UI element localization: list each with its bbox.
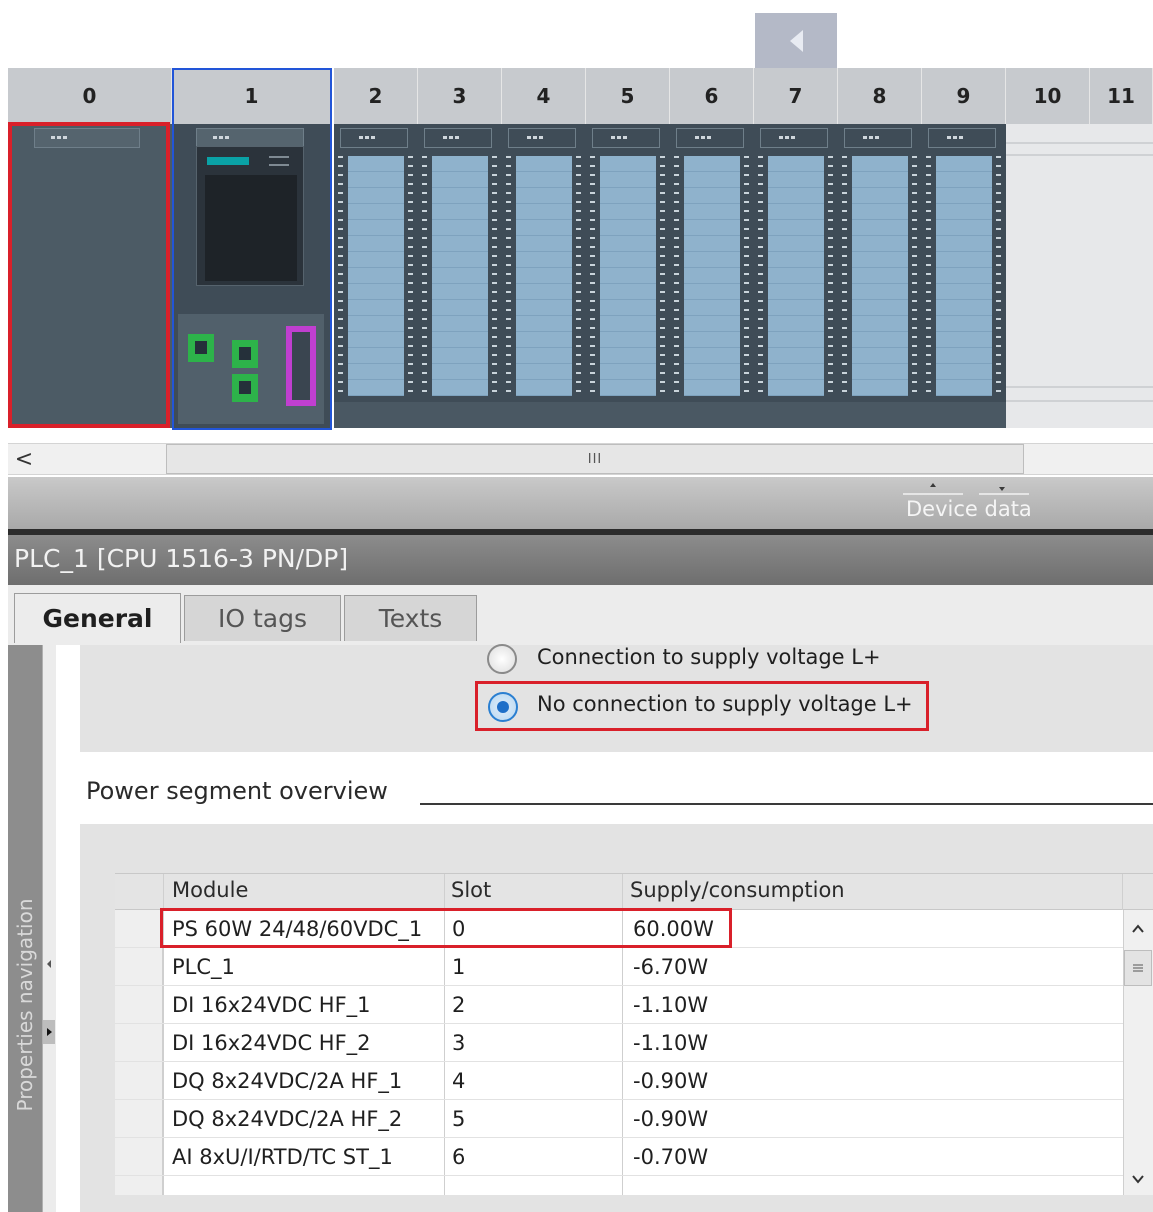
cell-slot: 6 bbox=[452, 1145, 466, 1169]
column-header-supply[interactable]: Supply/consumption bbox=[630, 878, 845, 902]
radio-highlight-box bbox=[475, 681, 929, 731]
power-supply-highlight bbox=[8, 122, 170, 428]
scrollbar-thumb[interactable]: III bbox=[166, 444, 1024, 474]
cell-slot: 1 bbox=[452, 955, 466, 979]
column-divider bbox=[1122, 874, 1123, 910]
cell-supply: -1.10W bbox=[633, 993, 709, 1017]
cell-slot: 2 bbox=[452, 993, 466, 1017]
slot-number: 4 bbox=[502, 68, 586, 124]
cell-supply: -6.70W bbox=[633, 955, 709, 979]
io-module[interactable] bbox=[418, 124, 502, 428]
io-module[interactable] bbox=[922, 124, 1006, 428]
rack-slot-8[interactable]: 8 bbox=[838, 68, 922, 428]
column-header-module[interactable]: Module bbox=[172, 878, 248, 902]
rack-slot-9[interactable]: 9 bbox=[922, 68, 1006, 428]
cpu-selection-frame bbox=[172, 68, 332, 430]
tab-io-tags[interactable]: IO tags bbox=[184, 595, 341, 641]
io-module[interactable] bbox=[502, 124, 586, 428]
navigation-splitter[interactable] bbox=[42, 645, 56, 1212]
slot-number: 5 bbox=[586, 68, 670, 124]
slot-number: 11 bbox=[1090, 68, 1153, 124]
tab-general[interactable]: General bbox=[14, 593, 181, 643]
collapse-left-icon[interactable] bbox=[43, 955, 55, 973]
slot-number: 0 bbox=[8, 68, 172, 124]
column-header-slot[interactable]: Slot bbox=[451, 878, 491, 902]
scrollbar-thumb[interactable] bbox=[1124, 950, 1152, 986]
rack-horizontal-scrollbar[interactable]: < III bbox=[8, 443, 1153, 475]
section-heading: Power segment overview bbox=[86, 777, 388, 805]
rack-slot-7[interactable]: 7 bbox=[754, 68, 838, 428]
rack-slot-11[interactable]: 11 bbox=[1090, 68, 1153, 428]
empty-slot[interactable] bbox=[1090, 124, 1153, 428]
radio-connection-supply-label[interactable]: Connection to supply voltage L+ bbox=[537, 645, 881, 669]
slot-number: 9 bbox=[922, 68, 1006, 124]
section-divider bbox=[420, 803, 1153, 805]
io-module[interactable] bbox=[754, 124, 838, 428]
rack-slot-5[interactable]: 5 bbox=[586, 68, 670, 428]
cell-module: DI 16x24VDC HF_2 bbox=[172, 1031, 371, 1055]
scroll-left-icon[interactable]: < bbox=[8, 444, 40, 474]
cell-supply: -1.10W bbox=[633, 1031, 709, 1055]
cell-supply: -0.70W bbox=[633, 1145, 709, 1169]
scrollbar-grip: III bbox=[587, 451, 603, 467]
cell-module: DQ 8x24VDC/2A HF_1 bbox=[172, 1069, 403, 1093]
properties-navigation-label-box: Properties navigation bbox=[8, 890, 42, 1120]
properties-navigation-label: Properties navigation bbox=[13, 898, 37, 1112]
cell-module: DQ 8x24VDC/2A HF_2 bbox=[172, 1107, 403, 1131]
slot-number: 10 bbox=[1006, 68, 1090, 124]
rack-scroll-back-button[interactable] bbox=[755, 13, 837, 68]
row-highlight-box bbox=[160, 908, 732, 948]
slot-number: 2 bbox=[334, 68, 418, 124]
cell-slot: 3 bbox=[452, 1031, 466, 1055]
cell-slot: 4 bbox=[452, 1069, 466, 1093]
slot-number: 6 bbox=[670, 68, 754, 124]
io-module[interactable] bbox=[334, 124, 418, 428]
slot-number: 8 bbox=[838, 68, 922, 124]
expand-right-icon[interactable] bbox=[43, 1020, 55, 1044]
rack-slot-4[interactable]: 4 bbox=[502, 68, 586, 428]
rack-slot-10[interactable]: 10 bbox=[1006, 68, 1090, 428]
radio-connection-supply[interactable] bbox=[487, 644, 517, 674]
properties-title: PLC_1 [CPU 1516-3 PN/DP] bbox=[14, 544, 349, 573]
io-module[interactable] bbox=[838, 124, 922, 428]
table-row[interactable] bbox=[115, 948, 1123, 986]
cell-supply: -0.90W bbox=[633, 1069, 709, 1093]
device-data-tab[interactable]: Device data bbox=[906, 497, 1032, 521]
rack-slot-3[interactable]: 3 bbox=[418, 68, 502, 428]
rack-slot-6[interactable]: 6 bbox=[670, 68, 754, 428]
empty-slot[interactable] bbox=[1006, 124, 1090, 428]
cell-module: AI 8xU/I/RTD/TC ST_1 bbox=[172, 1145, 393, 1169]
slot-number: 3 bbox=[418, 68, 502, 124]
chevron-up-icon[interactable] bbox=[1124, 915, 1152, 943]
io-module[interactable] bbox=[670, 124, 754, 428]
cell-slot: 5 bbox=[452, 1107, 466, 1131]
io-module[interactable] bbox=[586, 124, 670, 428]
grip-lines-icon bbox=[1133, 964, 1143, 972]
cell-module: PLC_1 bbox=[172, 955, 235, 979]
cell-supply: -0.90W bbox=[633, 1107, 709, 1131]
slot-number: 7 bbox=[754, 68, 838, 124]
rack-slot-2[interactable]: 2 bbox=[334, 68, 418, 428]
chevron-down-icon[interactable] bbox=[1124, 1165, 1152, 1193]
cell-module: DI 16x24VDC HF_1 bbox=[172, 993, 371, 1017]
splitter-arrows-icon[interactable] bbox=[903, 481, 1031, 495]
triangle-left-icon bbox=[789, 29, 803, 52]
tab-texts[interactable]: Texts bbox=[344, 595, 477, 641]
